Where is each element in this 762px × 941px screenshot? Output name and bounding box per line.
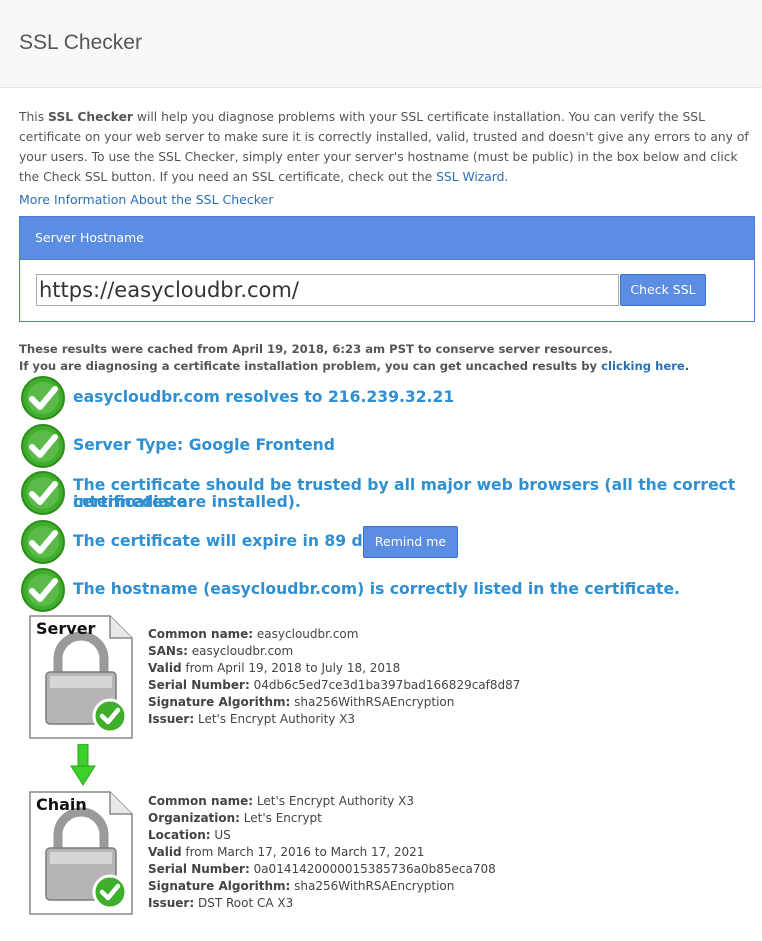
cert-detail-row: Serial Number: 04db6c5ed7ce3d1ba397bad16…	[148, 677, 520, 694]
green-check-icon	[20, 519, 66, 569]
header: SSL Checker	[0, 0, 762, 88]
cert-detail-key: Common name:	[148, 794, 254, 808]
panel-heading: Server Hostname	[20, 217, 754, 260]
cert-detail-value: 04db6c5ed7ce3d1ba397bad166829caf8d87	[249, 678, 521, 692]
cert-detail-value: sha256WithRSAEncryption	[290, 879, 455, 893]
cert-detail-value: from April 19, 2018 to July 18, 2018	[181, 661, 401, 675]
cert-detail-value: from March 17, 2016 to March 17, 2021	[181, 845, 425, 859]
cert-detail-row: Serial Number: 0a0141420000015385736a0b8…	[148, 861, 496, 878]
page-title: SSL Checker	[19, 31, 142, 54]
chain-certificate-icon: Chain	[28, 790, 134, 920]
green-check-icon	[20, 470, 66, 520]
result-text: certificates are installed).	[73, 493, 301, 511]
cert-detail-value: 0a0141420000015385736a0b85eca708	[249, 862, 496, 876]
cert-detail-value: easycloudbr.com	[187, 644, 294, 658]
chain-label: Chain	[36, 795, 87, 814]
green-check-icon	[20, 375, 66, 425]
hostname-panel: Server Hostname https://easycloudbr.com/…	[19, 216, 755, 322]
server-label: Server	[36, 619, 96, 638]
result-text: The certificate will expire in 89 days.	[73, 532, 399, 550]
green-down-arrow-icon	[70, 743, 96, 790]
cert-detail-key: Serial Number:	[148, 862, 250, 876]
server-cert-details: Common name: easycloudbr.com SANs: easycl…	[148, 626, 520, 728]
cert-detail-value: Let's Encrypt	[239, 811, 322, 825]
check-ssl-button[interactable]: Check SSL	[620, 274, 706, 306]
cert-detail-row: Signature Algorithm: sha256WithRSAEncryp…	[148, 694, 520, 711]
cert-detail-key: SANs:	[148, 644, 188, 658]
result-text: Server Type: Google Frontend	[73, 436, 335, 454]
cert-detail-row: Valid from April 19, 2018 to July 18, 20…	[148, 660, 520, 677]
cert-detail-key: Common name:	[148, 627, 254, 641]
cert-detail-row: Signature Algorithm: sha256WithRSAEncryp…	[148, 878, 496, 895]
result-text: easycloudbr.com resolves to 216.239.32.2…	[73, 388, 455, 406]
more-info-link[interactable]: More Information About the SSL Checker	[19, 192, 273, 207]
chain-cert-details: Common name: Let's Encrypt Authority X3 O…	[148, 793, 496, 912]
ssl-wizard-link[interactable]: SSL Wizard	[436, 170, 504, 184]
cert-detail-key: Signature Algorithm:	[148, 695, 291, 709]
remind-me-button[interactable]: Remind me	[363, 526, 458, 558]
result-text: The hostname (easycloudbr.com) is correc…	[73, 580, 680, 598]
cert-detail-key: Serial Number:	[148, 678, 250, 692]
cert-detail-row: Valid from March 17, 2016 to March 17, 2…	[148, 844, 496, 861]
cert-detail-value: DST Root CA X3	[194, 896, 294, 910]
cert-detail-value: Let's Encrypt Authority X3	[194, 712, 356, 726]
cert-detail-key: Location:	[148, 828, 211, 842]
cert-detail-row: SANs: easycloudbr.com	[148, 643, 520, 660]
cert-detail-row: Location: US	[148, 827, 496, 844]
intro-bold: SSL Checker	[48, 110, 133, 124]
cert-detail-row: Issuer: Let's Encrypt Authority X3	[148, 711, 520, 728]
cert-detail-key: Issuer:	[148, 896, 195, 910]
uncached-results-link[interactable]: clicking here	[601, 359, 685, 373]
cert-detail-row: Common name: easycloudbr.com	[148, 626, 520, 643]
cert-detail-value: Let's Encrypt Authority X3	[253, 794, 415, 808]
cert-detail-value: easycloudbr.com	[253, 627, 359, 641]
cert-detail-key: Signature Algorithm:	[148, 879, 291, 893]
cert-detail-value: sha256WithRSAEncryption	[290, 695, 455, 709]
cert-detail-key: Valid	[148, 661, 182, 675]
green-check-icon	[20, 567, 66, 617]
intro-text: This SSL Checker will help you diagnose …	[19, 110, 749, 184]
cert-detail-row: Organization: Let's Encrypt	[148, 810, 496, 827]
cert-detail-row: Issuer: DST Root CA X3	[148, 895, 496, 912]
cert-detail-value: US	[210, 828, 231, 842]
hostname-input[interactable]: https://easycloudbr.com/	[36, 274, 619, 306]
green-check-icon	[20, 423, 66, 473]
cert-detail-key: Valid	[148, 845, 182, 859]
cert-detail-key: Organization:	[148, 811, 240, 825]
cert-detail-key: Issuer:	[148, 712, 195, 726]
cached-notice: These results were cached from April 19,…	[19, 342, 690, 373]
cert-detail-row: Common name: Let's Encrypt Authority X3	[148, 793, 496, 810]
server-certificate-icon: Server	[28, 614, 134, 744]
